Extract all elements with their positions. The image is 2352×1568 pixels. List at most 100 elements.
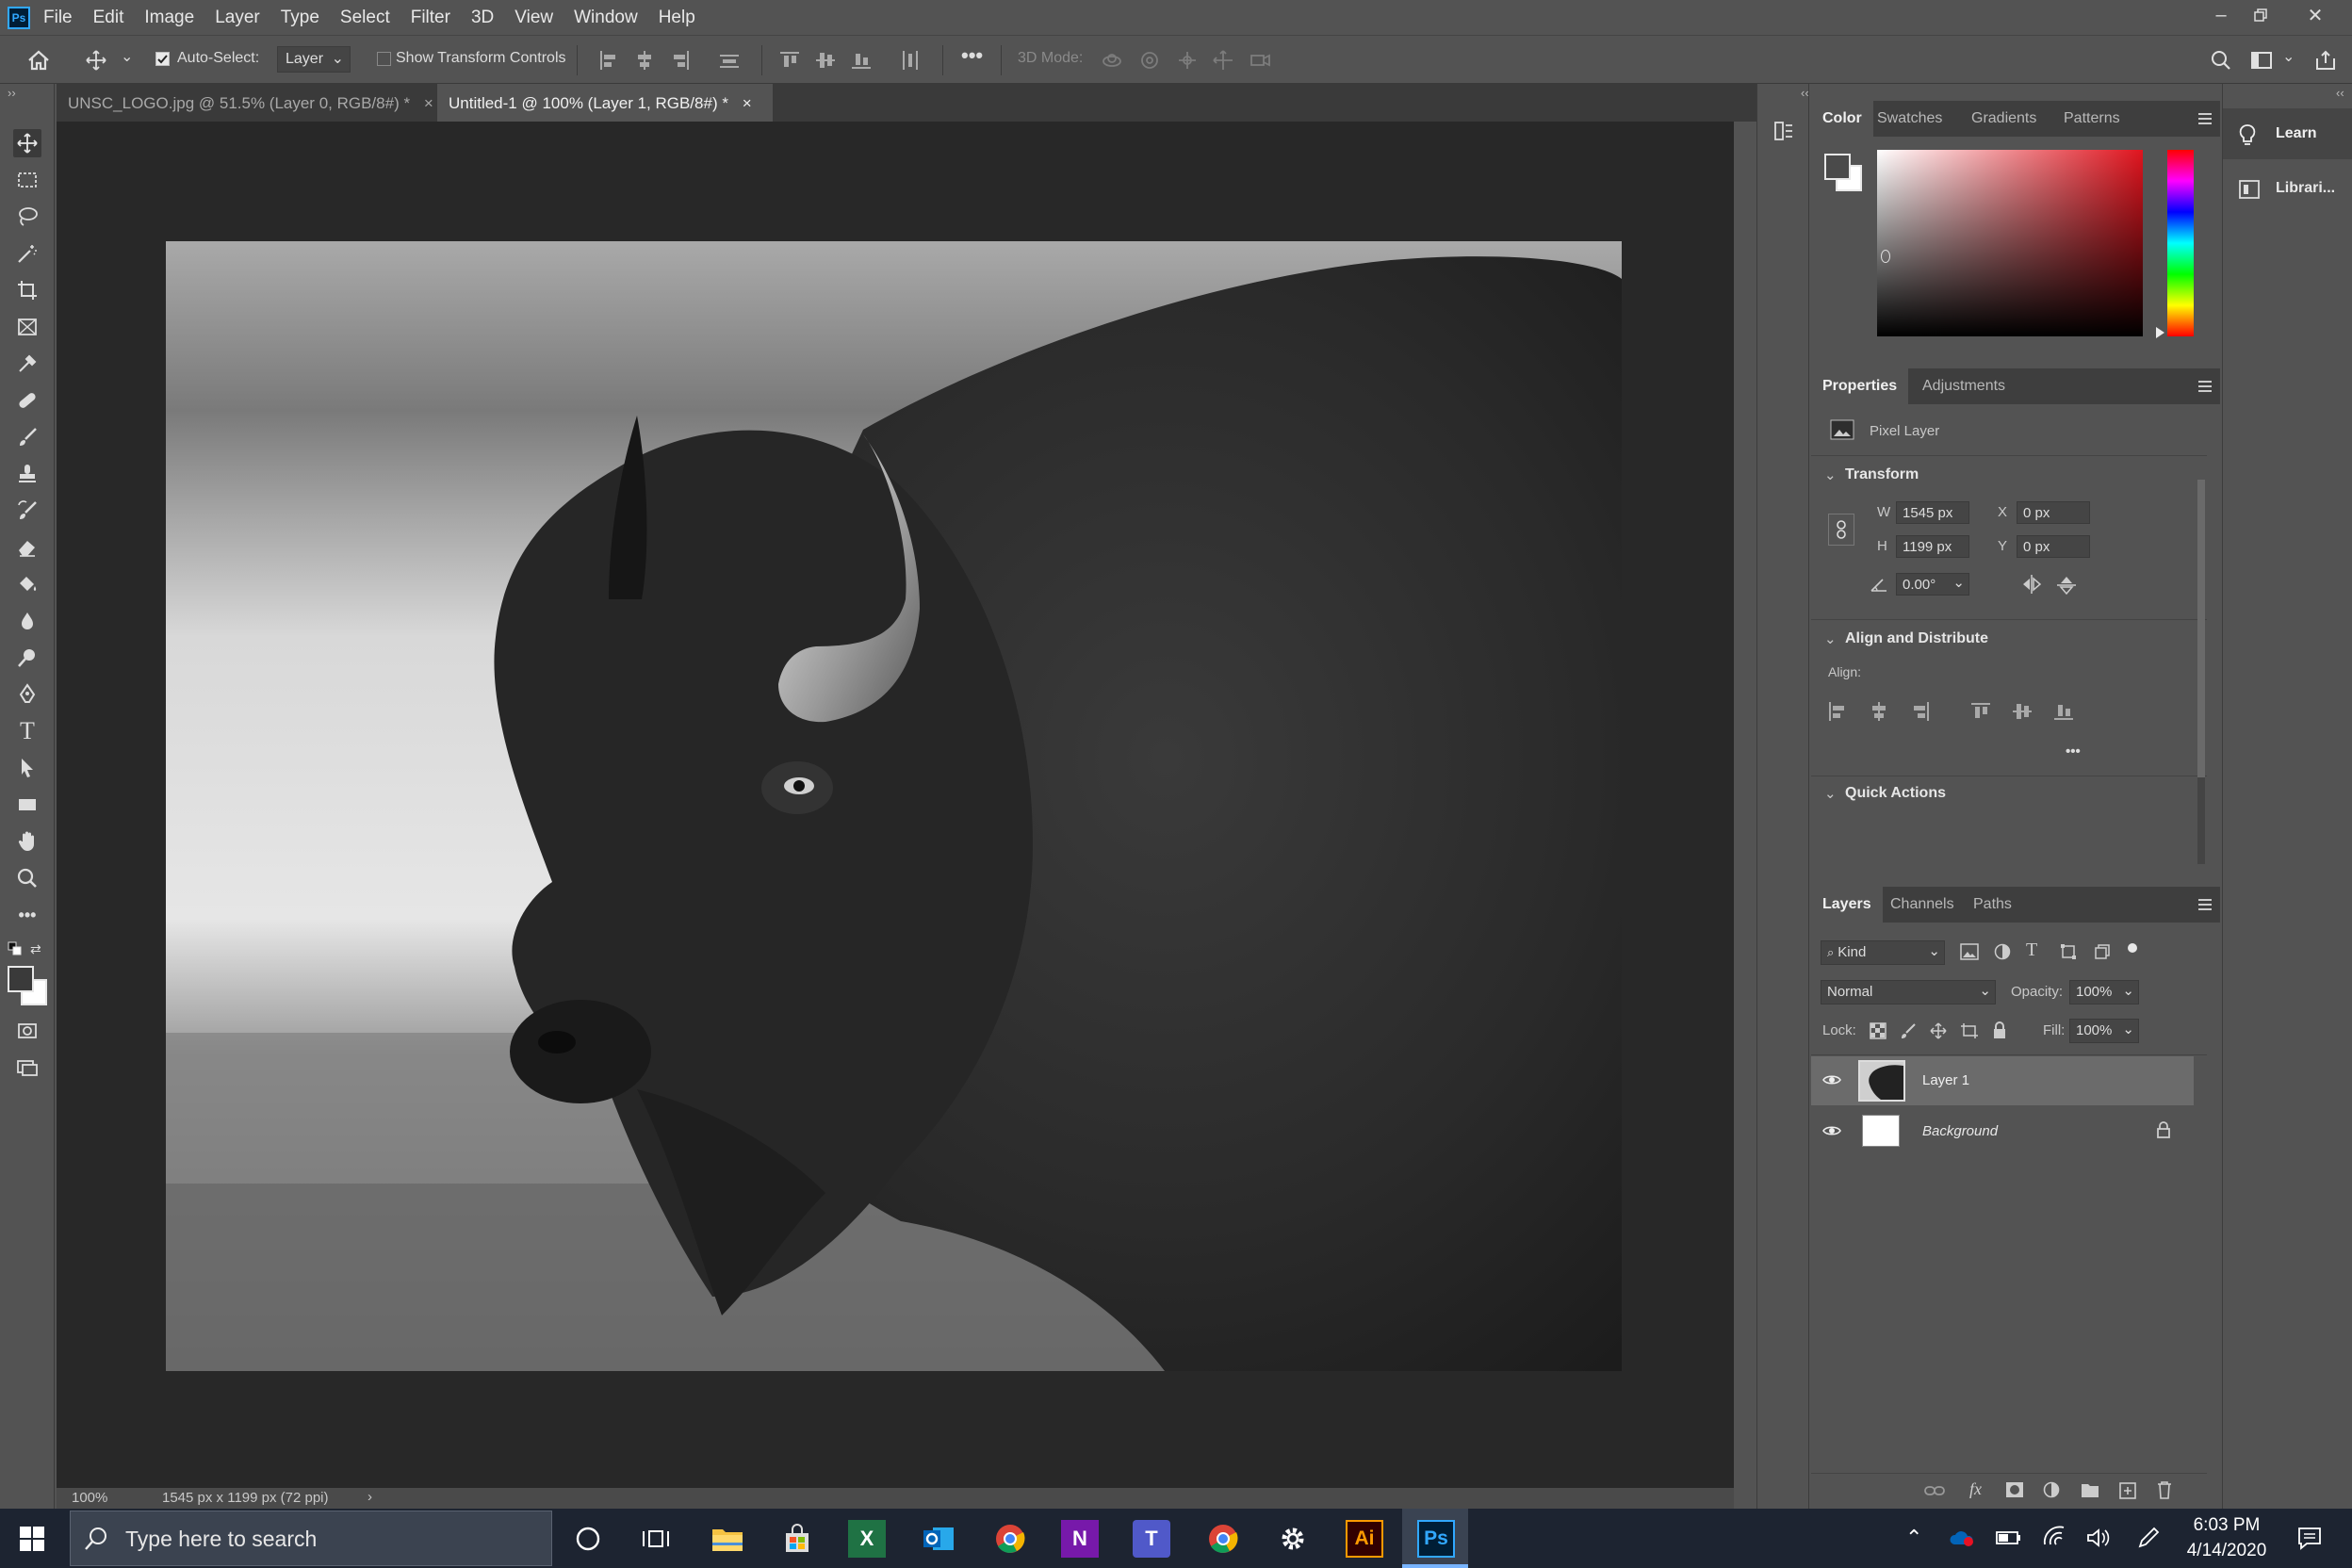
layer-row-layer-1[interactable]: Layer 1 (1811, 1056, 2194, 1105)
eraser-tool-icon[interactable] (13, 533, 41, 562)
share-icon[interactable] (2314, 49, 2337, 72)
chevron-down-icon[interactable]: ⌄ (1824, 785, 1837, 802)
fx-icon[interactable]: fx (1969, 1479, 1982, 1499)
link-layers-icon[interactable] (1924, 1483, 1945, 1498)
photoshop-logo-icon[interactable]: Ps (8, 6, 30, 29)
layer-name[interactable]: Layer 1 (1922, 1072, 1969, 1088)
new-adjustment-layer-icon[interactable] (2043, 1481, 2062, 1500)
status-menu-arrow[interactable]: › (368, 1489, 372, 1505)
eyedropper-tool-icon[interactable] (13, 350, 41, 378)
clone-stamp-tool-icon[interactable] (13, 460, 41, 488)
align-top-icon[interactable] (1969, 700, 1992, 723)
menu-select[interactable]: Select (340, 8, 390, 28)
quick-mask-icon[interactable] (13, 1017, 41, 1045)
distribute-vertical-icon[interactable] (718, 49, 741, 72)
align-left-icon[interactable] (1826, 700, 1849, 723)
edit-toolbar-icon[interactable]: ••• (13, 901, 41, 929)
onedrive-icon[interactable] (1949, 1527, 1975, 1548)
y-field[interactable]: 0 px (2017, 535, 2090, 558)
filter-shape-icon[interactable] (2060, 943, 2077, 960)
add-mask-icon[interactable] (2005, 1481, 2024, 1498)
align-middle-icon[interactable] (2011, 700, 2034, 723)
foreground-color-swatch-top[interactable] (8, 966, 34, 992)
move-tool-preset-icon[interactable] (85, 49, 107, 72)
filter-pixel-icon[interactable] (1960, 943, 1979, 960)
chevron-down-icon[interactable]: ⌄ (121, 47, 133, 66)
more-align-options-icon[interactable]: ••• (2066, 743, 2081, 760)
store-icon[interactable] (778, 1520, 816, 1558)
file-explorer-icon[interactable] (709, 1520, 746, 1558)
brush-tool-icon[interactable] (13, 423, 41, 451)
crop-tool-icon[interactable] (13, 276, 41, 304)
color-picker-field[interactable] (1877, 150, 2143, 336)
more-options-icon[interactable]: ••• (961, 43, 983, 68)
volume-icon[interactable] (2086, 1527, 2111, 1549)
cortana-icon[interactable] (569, 1520, 607, 1558)
show-hidden-icons-icon[interactable]: ⌃ (1905, 1526, 1922, 1550)
distribute-horizontal-icon[interactable] (899, 49, 922, 72)
align-bottom-edges-icon[interactable] (850, 49, 873, 72)
menu-layer[interactable]: Layer (215, 8, 260, 28)
hue-slider-handle[interactable] (2156, 327, 2164, 338)
fill-field[interactable]: 100% ⌄ (2069, 1019, 2139, 1043)
expand-panels-icon[interactable]: ‹‹ (1801, 86, 1809, 100)
pen-tool-icon[interactable] (13, 680, 41, 709)
lock-all-icon[interactable] (1992, 1021, 2007, 1039)
link-dimensions-icon[interactable] (1828, 514, 1854, 546)
chevron-down-icon[interactable]: ⌄ (1824, 466, 1837, 483)
lock-image-pixels-icon[interactable] (1900, 1022, 1917, 1039)
path-selection-tool-icon[interactable] (13, 754, 41, 782)
wifi-icon[interactable] (2043, 1526, 2067, 1548)
menu-help[interactable]: Help (659, 8, 695, 28)
align-bottom-icon[interactable] (2052, 700, 2075, 723)
settings-icon[interactable] (1274, 1520, 1312, 1558)
chrome-icon[interactable] (991, 1520, 1029, 1558)
hand-tool-icon[interactable] (13, 827, 41, 856)
history-brush-tool-icon[interactable] (13, 497, 41, 525)
3d-camera-icon[interactable] (1250, 49, 1272, 72)
show-transform-checkbox[interactable] (377, 52, 391, 66)
angle-field[interactable]: 0.00° ⌄ (1896, 573, 1969, 596)
opacity-field[interactable]: 100% ⌄ (2069, 980, 2139, 1004)
align-left-edges-icon[interactable] (597, 49, 620, 72)
teams-icon[interactable]: T (1133, 1520, 1170, 1558)
healing-brush-tool-icon[interactable] (13, 386, 41, 415)
frame-tool-icon[interactable] (13, 313, 41, 341)
taskbar-search-box[interactable]: Type here to search (70, 1511, 552, 1566)
swap-colors-icon[interactable]: ⇄ (30, 941, 41, 957)
flip-vertical-icon[interactable] (2056, 574, 2077, 596)
x-field[interactable]: 0 px (2017, 501, 2090, 524)
tab-channels[interactable]: Channels (1879, 887, 1966, 923)
menu-edit[interactable]: Edit (93, 8, 124, 28)
auto-select-checkbox[interactable] (155, 52, 170, 66)
align-center-icon[interactable] (1868, 700, 1890, 723)
3d-pan-icon[interactable] (1176, 49, 1199, 72)
workspace-icon[interactable] (2250, 49, 2273, 72)
lock-position-icon[interactable] (1930, 1022, 1947, 1039)
layer-row-background[interactable]: Background (1811, 1107, 2194, 1156)
tab-paths[interactable]: Paths (1962, 887, 2023, 923)
filter-type-icon[interactable]: T (2026, 939, 2037, 961)
illustrator-icon[interactable]: Ai (1346, 1520, 1383, 1558)
lock-transparent-pixels-icon[interactable] (1870, 1022, 1886, 1039)
quick-actions-title[interactable]: Quick Actions (1845, 785, 1946, 802)
scrollbar-thumb[interactable] (2197, 480, 2205, 777)
pen-workspace-icon[interactable] (2137, 1527, 2162, 1549)
align-horizontal-centers-icon[interactable] (633, 49, 656, 72)
collapse-panel-icon[interactable]: ‹‹ (2336, 86, 2344, 100)
zoom-level[interactable]: 100% (72, 1490, 107, 1506)
marquee-tool-icon[interactable] (13, 166, 41, 194)
panel-menu-icon[interactable] (2197, 898, 2213, 911)
panel-menu-icon[interactable] (2197, 112, 2213, 125)
tab-properties[interactable]: Properties (1811, 368, 1909, 404)
auto-select-target-dropdown[interactable]: Layer ⌄ (277, 46, 351, 73)
chrome-profile-icon[interactable] (1204, 1520, 1242, 1558)
close-window-icon[interactable]: ✕ (2292, 0, 2339, 30)
zoom-tool-icon[interactable] (13, 864, 41, 892)
eye-visibility-icon[interactable] (1822, 1073, 1841, 1086)
libraries-button[interactable]: Librari... (2223, 163, 2352, 214)
battery-icon[interactable] (1996, 1529, 2022, 1546)
transform-section-title[interactable]: Transform (1845, 466, 1919, 483)
3d-orbit-icon[interactable] (1101, 49, 1123, 72)
width-field[interactable]: 1545 px (1896, 501, 1969, 524)
